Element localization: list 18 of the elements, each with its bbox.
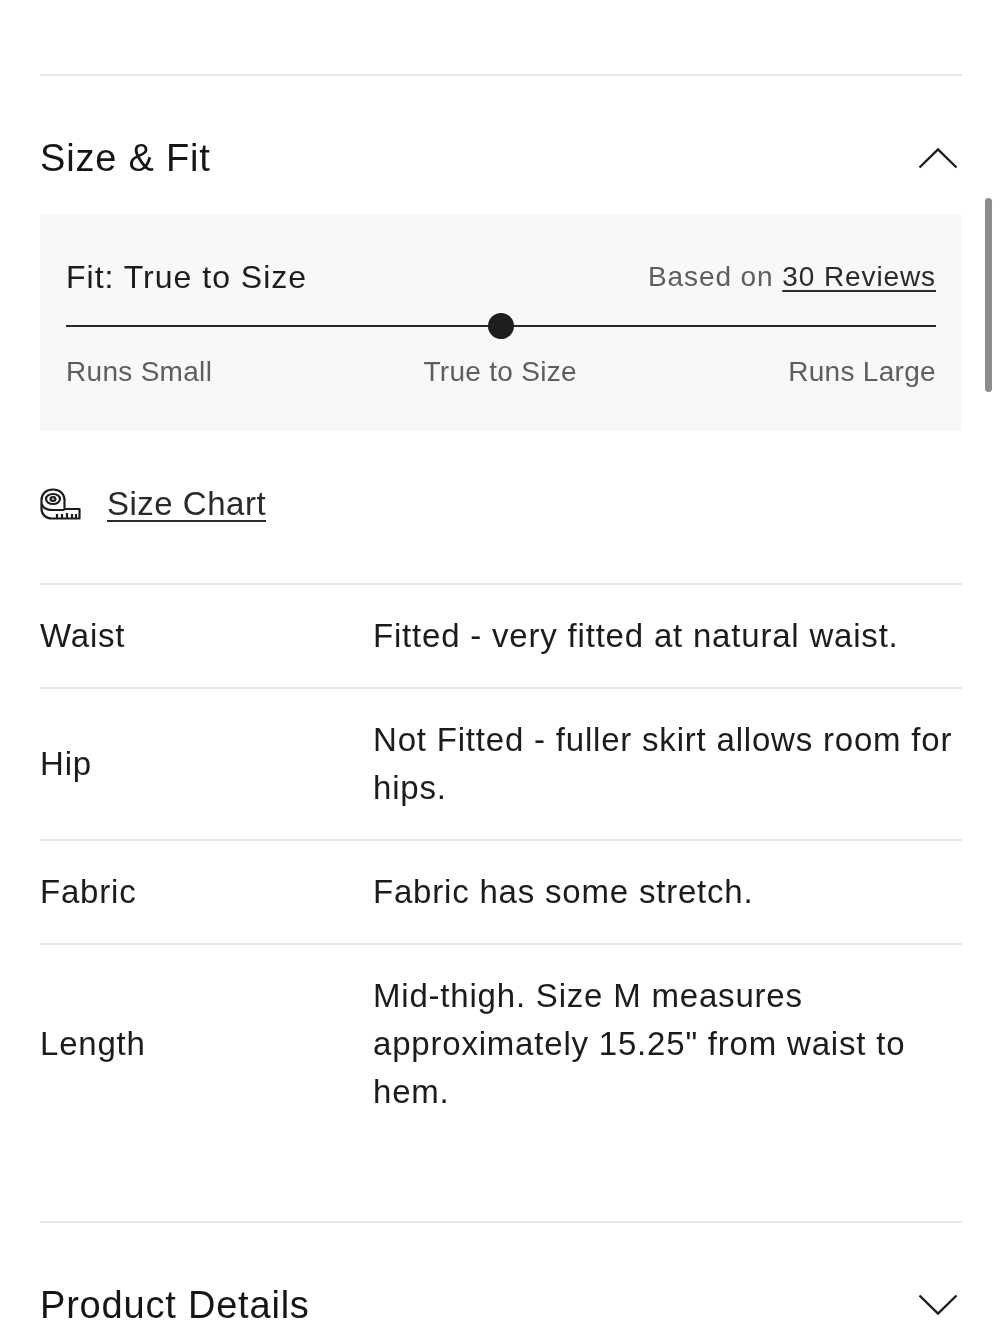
size-chart-link[interactable]: Size Chart [107, 485, 267, 523]
review-summary: Based on 30 Reviews [648, 261, 936, 293]
attribute-label: Fabric [40, 872, 138, 912]
accordion-header[interactable]: Size & Fit [40, 76, 962, 215]
attribute-value: Fitted - very fitted at natural waist. [373, 616, 900, 656]
attribute-value: Not Fitted - fuller skirt allows room for hips. [373, 720, 954, 808]
attribute-label: Length [40, 1024, 147, 1064]
scale-label: Runs Large [788, 355, 936, 389]
attribute-label: Waist [40, 616, 127, 656]
accordion-header[interactable]: Product Details [40, 1223, 962, 1329]
reviews-link[interactable]: 30 Reviews [782, 261, 936, 292]
attribute-value: Fabric has some stretch. [373, 872, 755, 912]
attribute-value: Mid-thigh. Size M measures approximately 15.25" from waist to hem. [373, 976, 907, 1112]
scale-label: True to Size [423, 355, 577, 389]
attribute-label: Hip [40, 744, 93, 784]
scale-label: Runs Small [66, 355, 213, 389]
fit-title: Fit: True to Size [66, 258, 308, 296]
tape-measure-icon [40, 488, 81, 520]
